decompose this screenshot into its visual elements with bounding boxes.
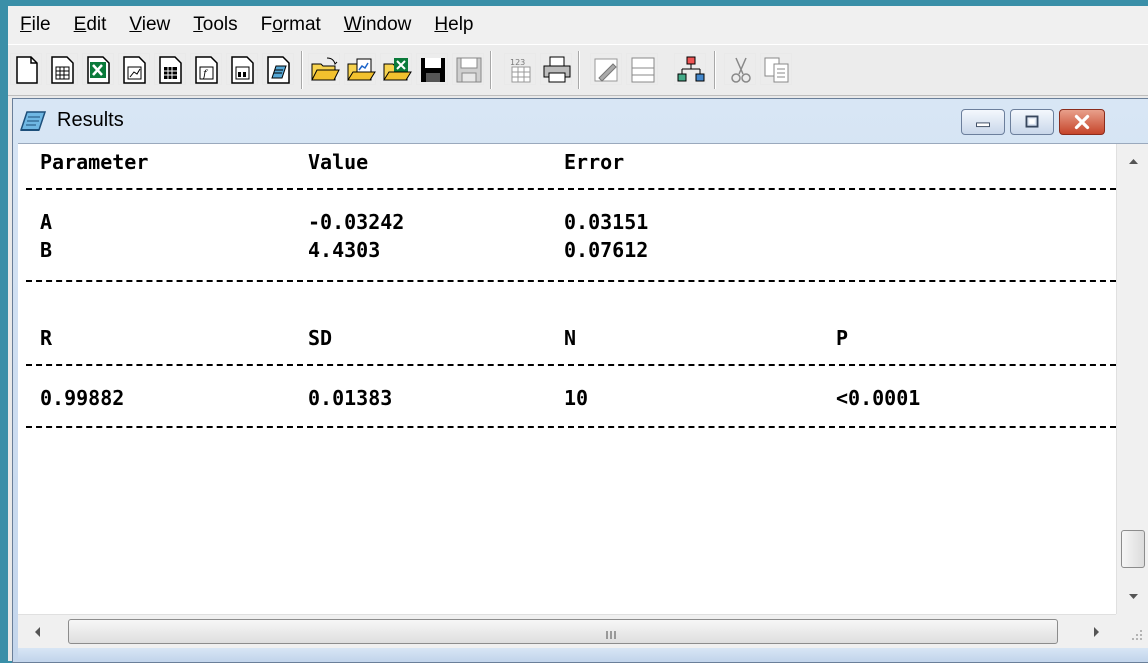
- header-parameter: Parameter: [40, 150, 149, 174]
- results-window: Results Parameter Value Error A -0.03242…: [12, 98, 1148, 663]
- standard-toolbar: f 123: [8, 44, 1148, 96]
- menu-tools[interactable]: Tools: [181, 6, 248, 44]
- menu-window[interactable]: Window: [332, 6, 423, 44]
- window-title: Results: [57, 109, 124, 131]
- table-header: R SD N P: [18, 324, 1116, 352]
- cut-icon[interactable]: [724, 53, 756, 85]
- minimize-button[interactable]: [961, 109, 1005, 135]
- vertical-scroll-thumb[interactable]: [1121, 530, 1145, 568]
- stat-p: <0.0001: [836, 386, 921, 410]
- window-bottom-border: [18, 648, 1148, 660]
- new-function-icon[interactable]: f: [190, 53, 222, 85]
- param-error: 0.07612: [564, 238, 649, 262]
- table-header: Parameter Value Error: [18, 148, 1116, 176]
- notes-window-icon: [19, 108, 47, 134]
- import-icon[interactable]: 123: [504, 53, 536, 85]
- param-name: B: [40, 238, 53, 262]
- param-value: 4.4303: [308, 238, 381, 262]
- menu-help[interactable]: Help: [422, 6, 484, 44]
- app-window: File Edit View Tools Format Window Help …: [8, 6, 1148, 663]
- new-matrix-icon[interactable]: [154, 53, 186, 85]
- menu-edit[interactable]: Edit: [62, 6, 118, 44]
- save-icon[interactable]: [416, 53, 448, 85]
- header-n: N: [564, 326, 577, 350]
- toolbar-separator: [714, 51, 716, 89]
- scroll-up-icon[interactable]: [1117, 144, 1148, 178]
- menu-bar: File Edit View Tools Format Window Help: [8, 6, 1148, 44]
- horizontal-scroll-thumb[interactable]: [68, 619, 1058, 644]
- table-row: B 4.4303 0.07612: [18, 236, 1116, 264]
- stat-n: 10: [564, 386, 589, 410]
- new-document-icon[interactable]: [10, 53, 42, 85]
- separator-line: [26, 188, 1116, 190]
- new-excel-icon[interactable]: [82, 53, 114, 85]
- size-grip-icon[interactable]: [1116, 614, 1148, 648]
- param-error: 0.03151: [564, 210, 649, 234]
- refresh-icon[interactable]: [590, 53, 622, 85]
- close-button[interactable]: [1059, 109, 1105, 135]
- stat-r: 0.99882: [40, 386, 125, 410]
- save-template-icon[interactable]: [452, 53, 484, 85]
- toolbar-separator: [578, 51, 580, 89]
- open-template-icon[interactable]: [344, 53, 376, 85]
- project-explorer-icon[interactable]: [674, 53, 706, 85]
- open-icon[interactable]: [308, 53, 340, 85]
- toolbar-separator: [490, 51, 492, 89]
- scroll-down-icon[interactable]: [1117, 580, 1148, 614]
- toolbar-separator: [301, 51, 303, 89]
- horizontal-scrollbar[interactable]: [18, 614, 1116, 648]
- header-p: P: [836, 326, 849, 350]
- new-notes-icon[interactable]: [262, 53, 294, 85]
- stat-sd: 0.01383: [308, 386, 393, 410]
- menu-view[interactable]: View: [117, 6, 181, 44]
- header-sd: SD: [308, 326, 333, 350]
- new-graph-icon[interactable]: [118, 53, 150, 85]
- scroll-grip-icon: [605, 627, 619, 639]
- separator-line: [26, 426, 1116, 428]
- table-row: A -0.03242 0.03151: [18, 208, 1116, 236]
- header-r: R: [40, 326, 53, 350]
- table-row: 0.99882 0.01383 10 <0.0001: [18, 384, 1116, 412]
- open-excel-icon[interactable]: [380, 53, 412, 85]
- menu-format[interactable]: Format: [249, 6, 332, 44]
- print-icon[interactable]: [540, 53, 572, 85]
- new-layout-icon[interactable]: [226, 53, 258, 85]
- separator-line: [26, 280, 1116, 282]
- separator-line: [26, 364, 1116, 366]
- duplicate-icon[interactable]: [626, 53, 658, 85]
- header-error: Error: [564, 150, 625, 174]
- results-client-area: Parameter Value Error A -0.03242 0.03151…: [18, 143, 1148, 660]
- param-value: -0.03242: [308, 210, 405, 234]
- copy-icon[interactable]: [760, 53, 792, 85]
- results-text-area[interactable]: Parameter Value Error A -0.03242 0.03151…: [18, 144, 1116, 614]
- maximize-button[interactable]: [1010, 109, 1054, 135]
- new-worksheet-icon[interactable]: [46, 53, 78, 85]
- header-value: Value: [308, 150, 369, 174]
- scroll-right-icon[interactable]: [1076, 615, 1116, 649]
- vertical-scrollbar[interactable]: [1116, 144, 1148, 614]
- menu-file[interactable]: File: [8, 6, 62, 44]
- svg-text:123: 123: [510, 58, 525, 67]
- results-titlebar[interactable]: Results: [13, 99, 1148, 143]
- scroll-left-icon[interactable]: [18, 615, 58, 649]
- param-name: A: [40, 210, 53, 234]
